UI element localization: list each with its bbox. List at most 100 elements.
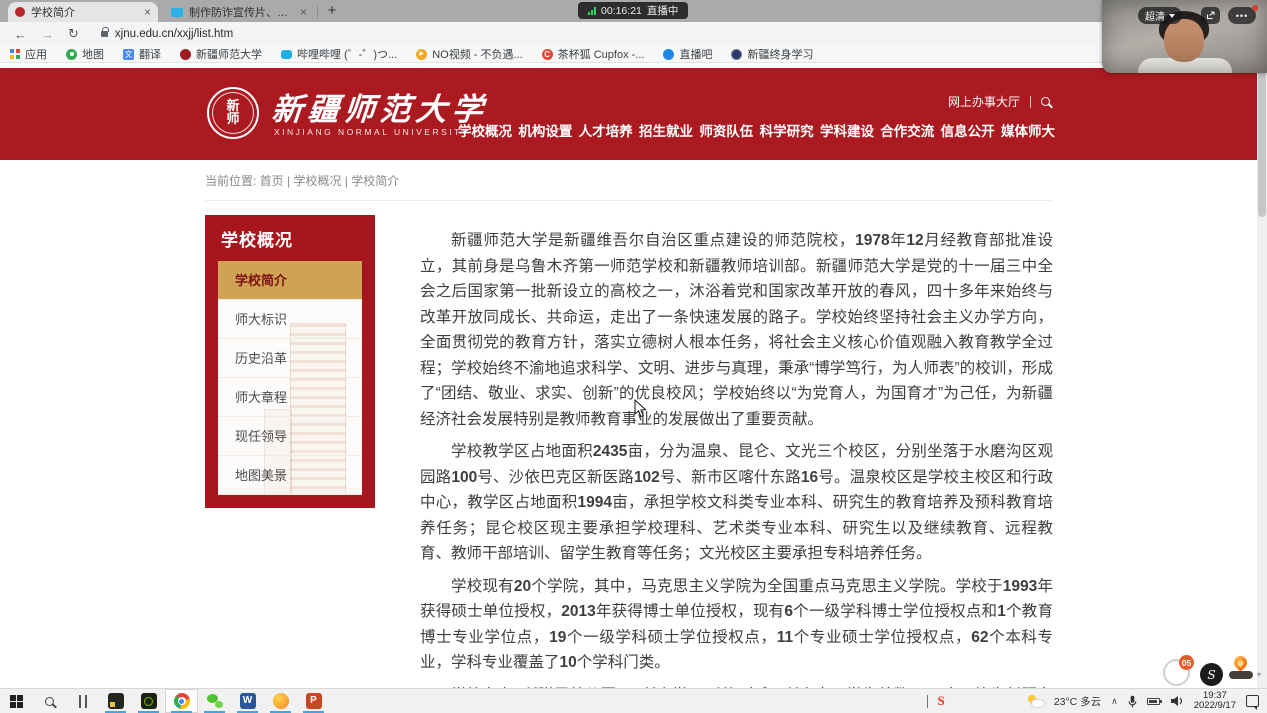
action-center-icon[interactable] <box>1246 695 1259 707</box>
nav-item-research[interactable]: 科学研究 <box>760 120 814 140</box>
bookmark-bilibili[interactable]: 哔哩哔哩 (゜-゜)つ... <box>281 46 397 62</box>
sidebar-item-intro[interactable]: 学校简介 <box>218 261 362 300</box>
weather-icon[interactable] <box>1027 695 1044 707</box>
bookmark-label: 应用 <box>25 46 47 62</box>
sidebar-panel: 学校简介 师大标识 历史沿革 师大章程 现任领导 地图美景 <box>218 261 362 495</box>
bookmark-label: 哔哩哔哩 (゜-゜)つ... <box>297 46 397 62</box>
bookmark-translate[interactable]: 文 翻译 <box>123 46 161 62</box>
volume-icon[interactable] <box>1170 695 1184 707</box>
refresh-button[interactable]: ↻ <box>68 26 79 42</box>
video-play-icon: ▶ <box>416 49 427 60</box>
hidden-icons-chevron[interactable]: ∧ <box>1111 696 1118 707</box>
task-view-button[interactable] <box>66 689 99 713</box>
search-icon <box>45 697 54 706</box>
nav-item-faculty[interactable]: 师资队伍 <box>699 120 753 140</box>
sidebar: 学校概况 学校简介 师大标识 历史沿革 师大章程 现任领导 地图美景 <box>205 215 375 508</box>
more-options-button[interactable]: ••• <box>1228 7 1256 24</box>
bilibili-favicon-icon <box>171 8 183 17</box>
taskbar-search-button[interactable] <box>33 689 66 713</box>
scrollbar-thumb[interactable] <box>1258 67 1266 217</box>
nav-item-cooperation[interactable]: 合作交流 <box>880 120 934 140</box>
university-name-en: XINJIANG NORMAL UNIVERSITY <box>274 127 470 137</box>
share-button[interactable] <box>1201 7 1220 24</box>
map-pin-icon <box>66 49 77 60</box>
bookmark-label: NO视频 - 不负遇... <box>432 46 522 62</box>
nav-item-info[interactable]: 信息公开 <box>941 120 995 140</box>
tab-title: 制作防诈宣传片、安全守护在身 <box>189 4 294 20</box>
system-tray: S 23°C 多云 ∧ 19:37 2022/9/17 <box>927 689 1267 713</box>
sidebar-title: 学校概况 <box>205 215 375 261</box>
bookmark-xjnu[interactable]: 新疆师范大学 <box>180 46 262 62</box>
university-name-cn: 新疆师范大学 <box>270 84 490 129</box>
microphone-icon[interactable] <box>1128 695 1137 708</box>
bookmark-label: 翻译 <box>139 46 161 62</box>
weather-text[interactable]: 23°C 多云 <box>1054 694 1101 709</box>
taskbar-app-green[interactable] <box>132 689 165 713</box>
quality-label: 超清 <box>1145 8 1165 23</box>
sidebar-item-identity[interactable]: 师大标识 <box>218 300 362 339</box>
tab-title: 学校简介 <box>31 4 138 20</box>
taskbar-wechat[interactable] <box>198 689 231 713</box>
forward-button[interactable]: → <box>41 27 54 42</box>
back-button[interactable]: ← <box>14 27 27 42</box>
bookmark-novideo[interactable]: ▶ NO视频 - 不负遇... <box>416 46 522 62</box>
video-quality-button[interactable]: 超清 <box>1138 7 1182 24</box>
article-body: 新疆师范大学是新疆维吾尔自治区重点建设的师范院校，1978年12月经教育部批准设… <box>420 228 1053 713</box>
bookmark-zhibo8[interactable]: 直播吧 <box>663 46 712 62</box>
hot-live-button[interactable]: ▾ <box>1228 656 1258 686</box>
address-bar: ← → ↻ xjnu.edu.cn/xxjj/list.htm <box>0 22 1267 46</box>
tab-video[interactable]: 制作防诈宣传片、安全守护在身 × <box>164 2 314 22</box>
app-orange-icon <box>273 693 289 709</box>
bookmark-lifelong-learning[interactable]: 新疆终身学习 <box>731 46 813 62</box>
main-navigation: 学校概况 机构设置 人才培养 招生就业 师资队伍 科学研究 学科建设 合作交流 … <box>458 120 1055 140</box>
padlock-icon[interactable] <box>101 31 108 37</box>
taskbar-word[interactable]: W <box>231 689 264 713</box>
portal-divider <box>1030 96 1031 108</box>
app-green-icon <box>141 693 157 709</box>
taskbar-app-orange[interactable] <box>264 689 297 713</box>
screen: 学校简介 × 制作防诈宣传片、安全守护在身 × + 00:16:21 直播中 ←… <box>0 0 1267 713</box>
mouse-cursor <box>634 399 647 423</box>
nav-item-admission[interactable]: 招生就业 <box>639 120 693 140</box>
cupfox-icon: C <box>542 49 553 60</box>
zhibo8-icon <box>663 49 674 60</box>
signal-bars-icon <box>588 7 596 15</box>
sogou-input-icon[interactable]: S <box>938 693 945 709</box>
taskbar: W P S 23°C 多云 ∧ 19:37 2022/9/17 <box>0 688 1267 713</box>
bookmark-apps[interactable]: 应用 <box>10 46 47 62</box>
portal-link[interactable]: 网上办事大厅 <box>948 93 1020 110</box>
taskbar-chrome[interactable] <box>165 689 198 713</box>
webcam-overlay: 超清 ••• <box>1102 0 1267 73</box>
battery-icon[interactable] <box>1147 698 1160 705</box>
bookmark-maps[interactable]: 地图 <box>66 46 104 62</box>
paragraph: 学校现有20个学院，其中，马克思主义学院为全国重点马克思主义学院。学校于1993… <box>420 574 1053 676</box>
new-tab-button[interactable]: + <box>321 2 343 19</box>
university-seal-logo[interactable]: 新师 <box>207 87 259 139</box>
bookmark-cupfox[interactable]: C 茶杯狐 Cupfox -... <box>542 46 645 62</box>
site-favicon-icon <box>15 7 25 17</box>
nav-item-talent[interactable]: 人才培养 <box>579 120 633 140</box>
ime-divider-icon <box>927 695 928 708</box>
taskbar-app-dark[interactable] <box>99 689 132 713</box>
tab-school-intro[interactable]: 学校简介 × <box>8 2 158 22</box>
taskbar-powerpoint[interactable]: P <box>297 689 330 713</box>
sidebar-item-map[interactable]: 地图美景 <box>218 456 362 495</box>
nav-item-discipline[interactable]: 学科建设 <box>820 120 874 140</box>
nav-item-overview[interactable]: 学校概况 <box>458 120 512 140</box>
portal-row: 网上办事大厅 <box>948 93 1050 110</box>
search-icon[interactable] <box>1041 97 1050 106</box>
site-header: 新师 新疆师范大学 XINJIANG NORMAL UNIVERSITY 网上办… <box>0 68 1267 160</box>
sidebar-item-history[interactable]: 历史沿革 <box>218 339 362 378</box>
nav-item-media[interactable]: 媒体师大 <box>1001 120 1055 140</box>
tab-close-icon[interactable]: × <box>300 6 307 18</box>
floating-app-logo-button[interactable]: S <box>1200 663 1223 686</box>
flame-icon <box>1231 653 1249 671</box>
sidebar-item-charter[interactable]: 师大章程 <box>218 378 362 417</box>
more-dots-icon: ••• <box>1236 11 1248 21</box>
clock[interactable]: 19:37 2022/9/17 <box>1194 691 1236 712</box>
start-button[interactable] <box>0 689 33 713</box>
sidebar-item-leaders[interactable]: 现任领导 <box>218 417 362 456</box>
address-bar-input[interactable]: xjnu.edu.cn/xxjj/list.htm <box>115 28 233 40</box>
tab-close-icon[interactable]: × <box>144 6 151 18</box>
nav-item-org[interactable]: 机构设置 <box>518 120 572 140</box>
